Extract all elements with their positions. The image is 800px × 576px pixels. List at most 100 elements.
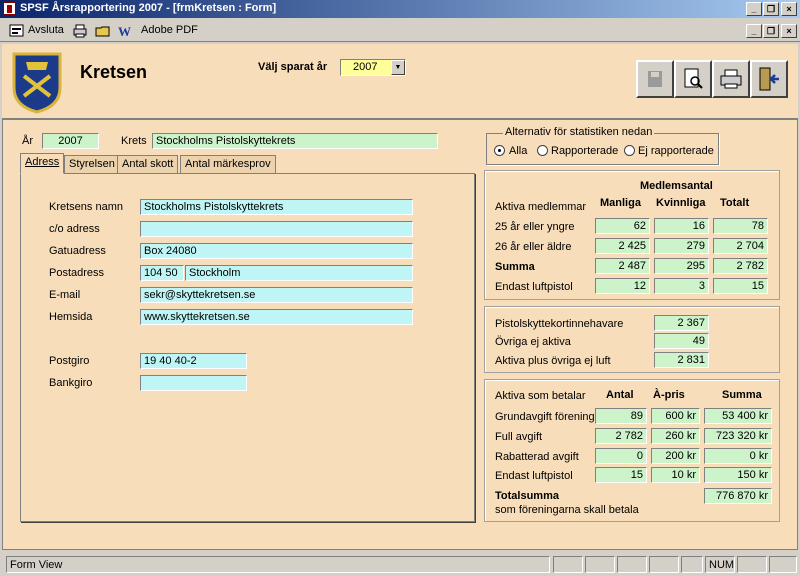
- status-pane: [769, 556, 797, 573]
- menu-bar: Avsluta W Adobe PDF _ ❐ ×: [0, 20, 800, 42]
- row-label: 26 år eller äldre: [495, 241, 572, 253]
- row-label: Endast luftpistol: [495, 470, 573, 482]
- status-pane: [649, 556, 679, 573]
- menu-avsluta[interactable]: Avsluta: [28, 24, 64, 36]
- radio-ej-rapporterade[interactable]: [624, 145, 635, 156]
- co-adress-field[interactable]: [140, 221, 413, 237]
- krets-label: Krets: [121, 135, 147, 147]
- cell-value[interactable]: 2 831: [654, 352, 709, 368]
- postgiro-field[interactable]: 19 40 40-2: [140, 353, 247, 369]
- ar-field[interactable]: 2007: [42, 133, 99, 149]
- cell-summa[interactable]: 53 400 kr: [704, 408, 772, 424]
- cell-antal[interactable]: 89: [595, 408, 647, 424]
- status-pane: [737, 556, 767, 573]
- app-icon: [3, 2, 16, 15]
- krets-field[interactable]: Stockholms Pistolskyttekrets: [152, 133, 438, 149]
- col-antal: Antal: [606, 389, 634, 401]
- tab-antal-markesprov[interactable]: Antal märkesprov: [180, 155, 276, 174]
- printer-icon[interactable]: [72, 23, 88, 39]
- postgiro-label: Postgiro: [49, 355, 90, 367]
- hemsida-label: Hemsida: [49, 311, 93, 323]
- postadress-label: Postadress: [49, 267, 105, 279]
- menu-adobe-pdf[interactable]: Adobe PDF: [141, 24, 198, 36]
- ort-field[interactable]: Stockholm: [185, 265, 413, 281]
- row-label: Övriga ej aktiva: [495, 336, 571, 348]
- cell-totalt[interactable]: 15: [713, 278, 768, 294]
- row-label: Endast luftpistol: [495, 281, 573, 293]
- kretsens-namn-field[interactable]: Stockholms Pistolskyttekrets: [140, 199, 413, 215]
- gatuadress-label: Gatuadress: [49, 245, 106, 257]
- cell-totalt[interactable]: 2 704: [713, 238, 768, 254]
- row-label: Aktiva plus övriga ej luft: [495, 355, 611, 367]
- save-button[interactable]: [636, 60, 674, 98]
- cell-antal[interactable]: 0: [595, 448, 647, 464]
- minimize-button[interactable]: _: [746, 2, 762, 16]
- radio-rapporterade-label[interactable]: Rapporterade: [551, 145, 618, 157]
- cell-summa[interactable]: 723 320 kr: [704, 428, 772, 444]
- gatuadress-field[interactable]: Box 24080: [140, 243, 413, 259]
- print-button[interactable]: [712, 60, 750, 98]
- year-select[interactable]: 2007 ▼: [340, 59, 406, 76]
- tab-adress[interactable]: Adress: [20, 153, 65, 174]
- print-preview-icon: [684, 68, 703, 89]
- cell-a-pris[interactable]: 200 kr: [651, 448, 700, 464]
- cell-kvinnliga[interactable]: 295: [654, 258, 709, 274]
- radio-alla-label[interactable]: Alla: [509, 145, 527, 157]
- title-bar: SPSF Årsrapportering 2007 - [frmKretsen …: [0, 0, 800, 18]
- close-button[interactable]: ×: [781, 2, 797, 16]
- fees-section-label: Aktiva som betalar: [495, 390, 586, 402]
- status-pane: [617, 556, 647, 573]
- svg-text:W: W: [118, 24, 131, 39]
- cell-manliga[interactable]: 62: [595, 218, 650, 234]
- open-folder-icon[interactable]: [95, 23, 111, 39]
- window-title: SPSF Årsrapportering 2007 - [frmKretsen …: [20, 2, 277, 14]
- restore-button[interactable]: ❐: [763, 2, 779, 16]
- cell-kvinnliga[interactable]: 16: [654, 218, 709, 234]
- cell-kvinnliga[interactable]: 279: [654, 238, 709, 254]
- bankgiro-field[interactable]: [140, 375, 247, 391]
- tab-antal-skott[interactable]: Antal skott: [117, 155, 179, 174]
- doc-minimize-button[interactable]: _: [746, 24, 762, 38]
- col-manliga: Manliga: [600, 197, 641, 209]
- cell-manliga[interactable]: 2 487: [595, 258, 650, 274]
- cell-manliga[interactable]: 12: [595, 278, 650, 294]
- radio-rapporterade[interactable]: [537, 145, 548, 156]
- cell-summa[interactable]: 150 kr: [704, 467, 772, 483]
- email-field[interactable]: sekr@skyttekretsen.se: [140, 287, 413, 303]
- filter-group-title: Alternativ för statistiken nedan: [503, 126, 655, 138]
- row-label: Grundavgift förening: [495, 411, 595, 423]
- cell-a-pris[interactable]: 600 kr: [651, 408, 700, 424]
- cell-totalt[interactable]: 78: [713, 218, 768, 234]
- cell-value[interactable]: 2 367: [654, 315, 709, 331]
- chevron-down-icon[interactable]: ▼: [391, 60, 405, 75]
- row-label: 25 år eller yngre: [495, 221, 575, 233]
- radio-ej-rapporterade-label[interactable]: Ej rapporterade: [638, 145, 714, 157]
- cell-a-pris[interactable]: 260 kr: [651, 428, 700, 444]
- col-totalt: Totalt: [720, 197, 750, 209]
- doc-restore-button[interactable]: ❐: [763, 24, 779, 38]
- cell-totalt[interactable]: 2 782: [713, 258, 768, 274]
- tab-styrelsen[interactable]: Styrelsen: [64, 155, 120, 174]
- exit-button[interactable]: [750, 60, 788, 98]
- total-sum-field[interactable]: 776 870 kr: [704, 488, 772, 504]
- hemsida-field[interactable]: www.skyttekretsen.se: [140, 309, 413, 325]
- cell-antal[interactable]: 15: [595, 467, 647, 483]
- form-icon[interactable]: [9, 23, 25, 39]
- print-preview-button[interactable]: [674, 60, 712, 98]
- doc-close-button[interactable]: ×: [781, 24, 797, 38]
- tab-label: Antal märkesprov: [185, 158, 271, 170]
- postnummer-field[interactable]: 104 50: [140, 265, 184, 281]
- members-group-title: Medlemsantal: [640, 180, 713, 192]
- word-icon[interactable]: W: [117, 23, 133, 39]
- cell-a-pris[interactable]: 10 kr: [651, 467, 700, 483]
- cell-manliga[interactable]: 2 425: [595, 238, 650, 254]
- exit-door-icon: [759, 67, 779, 91]
- cell-antal[interactable]: 2 782: [595, 428, 647, 444]
- page-title: Kretsen: [80, 62, 148, 82]
- cell-value[interactable]: 49: [654, 333, 709, 349]
- status-pane: [681, 556, 703, 573]
- year-select-value: 2007: [353, 61, 378, 73]
- cell-summa[interactable]: 0 kr: [704, 448, 772, 464]
- radio-alla[interactable]: [494, 145, 505, 156]
- cell-kvinnliga[interactable]: 3: [654, 278, 709, 294]
